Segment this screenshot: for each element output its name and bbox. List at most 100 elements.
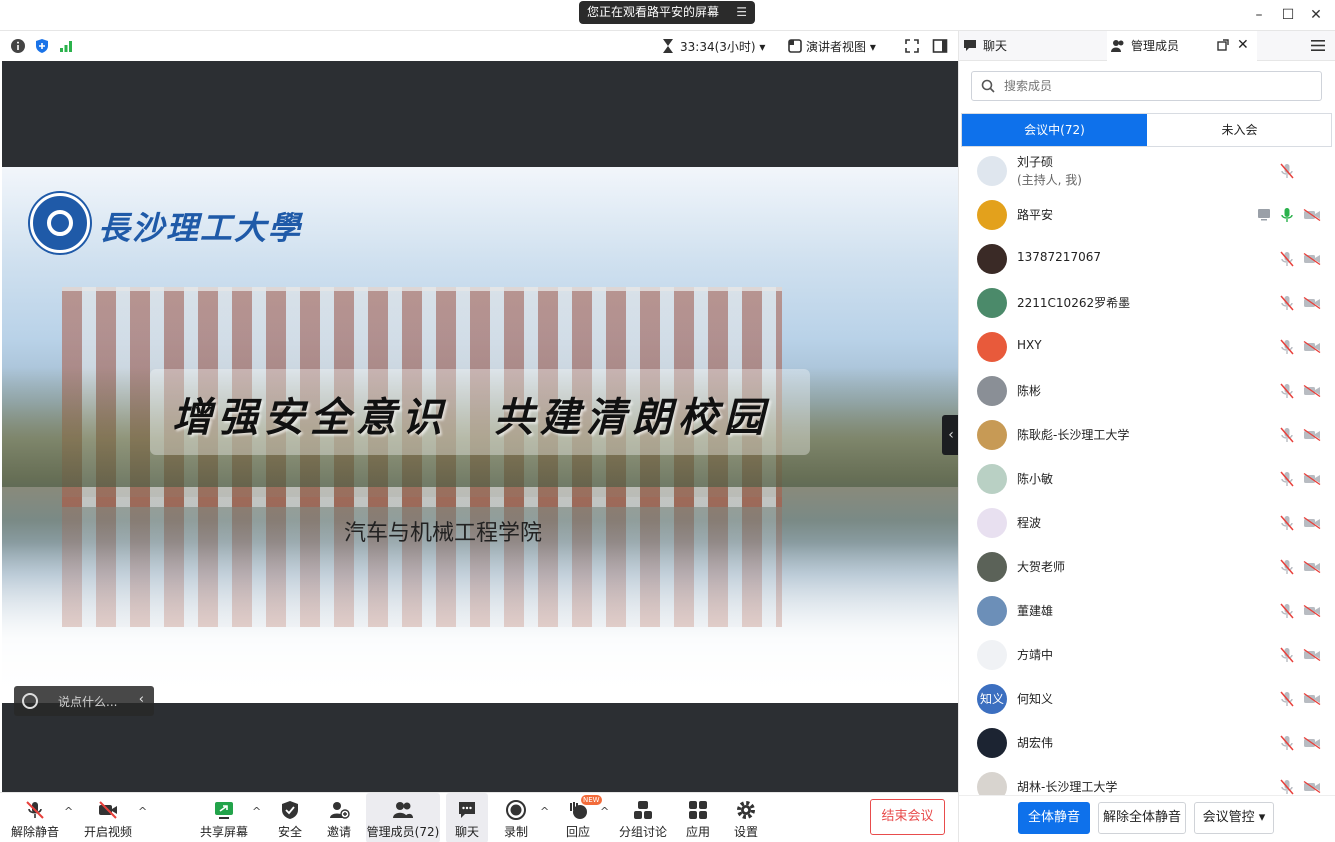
mic-muted-icon[interactable] xyxy=(1280,603,1294,619)
member-search[interactable] xyxy=(971,71,1322,101)
video-off-icon[interactable] xyxy=(1303,429,1321,441)
tab-members-label: 管理成员 xyxy=(1131,39,1180,53)
end-meeting-button[interactable]: 结束会议 xyxy=(870,799,945,835)
hamburger-menu-icon[interactable] xyxy=(1311,39,1325,52)
view-mode-select[interactable]: 演讲者视图 ▾ xyxy=(806,38,876,55)
record-button[interactable]: 录制 xyxy=(498,793,534,842)
breakout-rooms-icon xyxy=(634,801,652,819)
video-off-icon[interactable] xyxy=(1303,209,1321,221)
apps-button[interactable]: 应用 xyxy=(680,793,716,842)
member-row[interactable]: 陈耿彪-长沙理工大学 xyxy=(959,413,1335,457)
close-icon[interactable]: ✕ xyxy=(1307,6,1325,24)
meeting-controls-button[interactable]: 会议管控 ▾ xyxy=(1194,802,1274,834)
emoji-icon[interactable] xyxy=(22,693,38,709)
avatar xyxy=(977,508,1007,538)
unmute-all-button[interactable]: 解除全体静音 xyxy=(1098,802,1186,834)
search-input[interactable] xyxy=(1004,77,1304,95)
video-off-icon[interactable] xyxy=(1303,737,1321,749)
member-row[interactable]: 知义 何知义 xyxy=(959,677,1335,721)
caret-up-icon[interactable]: ^ xyxy=(64,805,73,818)
mic-muted-icon[interactable] xyxy=(1280,427,1294,443)
mic-muted-icon[interactable] xyxy=(1280,559,1294,575)
signal-icon[interactable] xyxy=(58,38,74,54)
member-row[interactable]: 陈小敏 xyxy=(959,457,1335,501)
video-off-icon[interactable] xyxy=(1303,605,1321,617)
video-off-icon xyxy=(99,801,117,819)
fullscreen-icon[interactable] xyxy=(904,38,920,54)
settings-button[interactable]: 设置 xyxy=(728,793,764,842)
caret-up-icon[interactable]: ^ xyxy=(600,805,609,818)
member-row[interactable]: 2211C10262罗希墨 xyxy=(959,281,1335,325)
close-panel-icon[interactable]: ✕ xyxy=(1237,37,1249,53)
maximize-icon[interactable]: ☐ xyxy=(1279,6,1297,24)
member-name: 陈耿彪-长沙理工大学 xyxy=(1017,428,1130,442)
mic-muted-icon[interactable] xyxy=(1280,471,1294,487)
video-off-icon[interactable] xyxy=(1303,473,1321,485)
member-row[interactable]: 路平安 xyxy=(959,193,1335,237)
minimize-icon[interactable]: – xyxy=(1250,6,1268,24)
mic-muted-icon[interactable] xyxy=(1280,251,1294,267)
video-off-icon[interactable] xyxy=(1303,297,1321,309)
unmute-button[interactable]: 解除静音 xyxy=(8,793,62,842)
video-off-icon[interactable] xyxy=(1303,781,1321,793)
member-row[interactable]: 胡宏伟 xyxy=(959,721,1335,765)
security-button[interactable]: 安全 xyxy=(272,793,308,842)
tab-chat[interactable]: 聊天 xyxy=(959,31,1107,61)
mic-on-icon[interactable] xyxy=(1280,207,1294,223)
mic-muted-icon[interactable] xyxy=(1280,735,1294,751)
start-video-button[interactable]: 开启视频 xyxy=(80,793,136,842)
mic-muted-icon[interactable] xyxy=(1280,163,1294,179)
member-row[interactable]: 大贺老师 xyxy=(959,545,1335,589)
mute-all-button[interactable]: 全体静音 xyxy=(1018,802,1090,834)
meeting-timer[interactable]: 33:34(3小时) ▾ xyxy=(680,38,765,55)
tab-in-meeting[interactable]: 会议中(72) xyxy=(962,114,1147,146)
chat-button[interactable]: 聊天 xyxy=(446,793,488,842)
video-off-icon[interactable] xyxy=(1303,561,1321,573)
member-row[interactable]: 胡林-长沙理工大学 xyxy=(959,765,1335,795)
chat-label: 聊天 xyxy=(454,825,479,839)
member-row[interactable]: 程波 xyxy=(959,501,1335,545)
video-off-icon[interactable] xyxy=(1303,517,1321,529)
share-menu-icon[interactable]: ☰ xyxy=(736,1,747,24)
mic-muted-icon[interactable] xyxy=(1280,383,1294,399)
member-row[interactable]: 董建雄 xyxy=(959,589,1335,633)
participants-button[interactable]: 管理成员(72) xyxy=(366,793,440,842)
reaction-input[interactable]: 说点什么... ‹ xyxy=(14,686,154,716)
video-off-icon[interactable] xyxy=(1303,649,1321,661)
breakout-rooms-button[interactable]: 分组讨论 xyxy=(618,793,668,842)
member-row[interactable]: HXY xyxy=(959,325,1335,369)
member-row[interactable]: 方靖中 xyxy=(959,633,1335,677)
member-row[interactable]: 13787217067 xyxy=(959,237,1335,281)
shield-icon[interactable] xyxy=(34,38,50,54)
info-icon[interactable] xyxy=(10,38,26,54)
invite-button[interactable]: 邀请 xyxy=(320,793,358,842)
mic-muted-icon[interactable] xyxy=(1280,647,1294,663)
mic-muted-icon[interactable] xyxy=(1280,339,1294,355)
share-screen-button[interactable]: 共享屏幕 xyxy=(198,793,250,842)
chevron-left-icon[interactable]: ‹ xyxy=(139,692,144,707)
side-panel-icon[interactable] xyxy=(932,38,948,54)
mic-muted-icon[interactable] xyxy=(1280,779,1294,795)
member-row[interactable]: 陈彬 xyxy=(959,369,1335,413)
video-off-icon[interactable] xyxy=(1303,253,1321,265)
share-notice[interactable]: 您正在观看路平安的屏幕 ☰ xyxy=(579,1,755,24)
mic-muted-icon[interactable] xyxy=(1280,515,1294,531)
meeting-controls-label: 会议管控 xyxy=(1202,810,1255,825)
member-row[interactable]: 刘子硕 (主持人, 我) xyxy=(959,149,1335,193)
video-off-icon[interactable] xyxy=(1303,385,1321,397)
mic-muted-icon[interactable] xyxy=(1280,295,1294,311)
tab-members[interactable]: 管理成员 xyxy=(1107,31,1257,61)
chat-icon xyxy=(964,40,976,51)
video-off-icon[interactable] xyxy=(1303,341,1321,353)
tab-not-joined[interactable]: 未入会 xyxy=(1147,114,1332,146)
caret-up-icon[interactable]: ^ xyxy=(138,805,147,818)
video-off-icon[interactable] xyxy=(1303,693,1321,705)
caret-up-icon[interactable]: ^ xyxy=(540,805,549,818)
popout-icon[interactable] xyxy=(1217,39,1229,51)
caret-up-icon[interactable]: ^ xyxy=(252,805,261,818)
member-name: 陈小敏 xyxy=(1017,472,1054,486)
security-shield-icon xyxy=(282,801,298,819)
mic-muted-icon[interactable] xyxy=(1280,691,1294,707)
record-label: 录制 xyxy=(503,825,528,839)
view-mode-text: 演讲者视图 xyxy=(806,40,867,54)
